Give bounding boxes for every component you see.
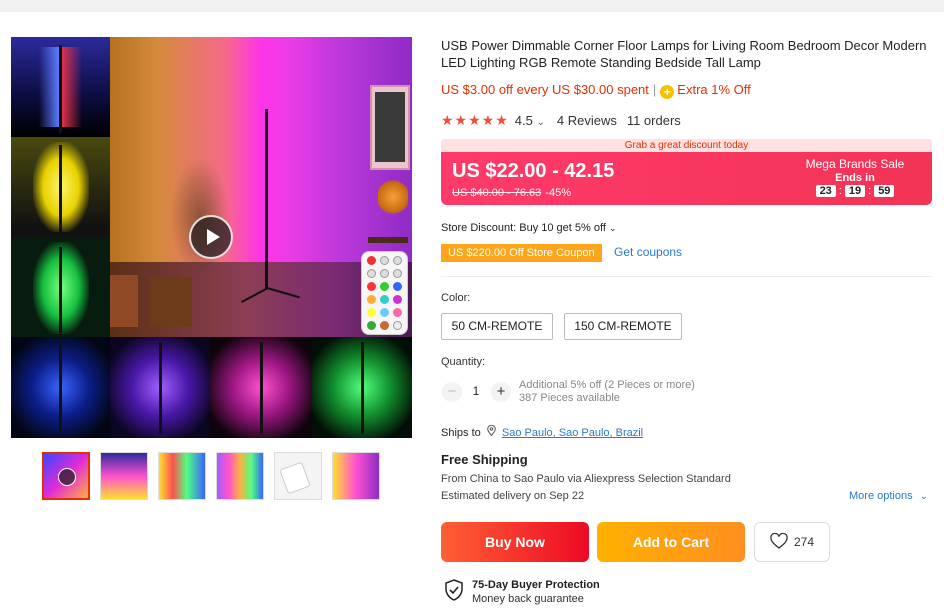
thumbnail-3[interactable] [158, 452, 206, 500]
original-price: US $40.00 - 76.63 [452, 187, 542, 199]
sale-name: Mega Brands Sale [805, 157, 905, 171]
reviews-link[interactable]: 4 Reviews [557, 113, 617, 128]
buy-now-button[interactable]: Buy Now [441, 522, 589, 562]
discount-percent: -45% [545, 187, 571, 199]
more-options-label: More options [849, 490, 913, 502]
play-video-button[interactable] [189, 215, 233, 259]
image-tile-blue [11, 37, 110, 137]
image-tile-pink [210, 337, 312, 438]
image-tile-green-bottom [312, 337, 412, 438]
main-product-image[interactable] [11, 37, 412, 438]
quantity-input[interactable]: 1 [466, 384, 486, 398]
estimated-delivery: Estimated delivery on Sep 22 [441, 490, 585, 502]
timer-hours: 23 [815, 185, 836, 197]
quantity-label: Quantity: [441, 356, 486, 368]
store-discount[interactable]: Store Discount: Buy 10 get 5% off ⌄ [441, 222, 617, 234]
color-option-50cm[interactable]: 50 CM-REMOTE [441, 313, 553, 340]
timer-separator: : [868, 185, 872, 197]
price-box: US $22.00 - 42.15 US $40.00 - 76.63 -45% … [441, 152, 932, 205]
rating-value[interactable]: 4.5 ⌄ [515, 113, 545, 128]
image-tile-green [11, 237, 110, 337]
additional-discount: Additional 5% off (2 Pieces or more) [519, 379, 695, 391]
image-tile-yellow [11, 137, 110, 237]
coupon-row: US $220.00 Off Store Coupon Get coupons [441, 243, 682, 262]
original-price-line: US $40.00 - 76.63 -45% [452, 187, 571, 199]
ships-to-label: Ships to [441, 427, 481, 439]
chevron-down-icon: ⌄ [536, 117, 545, 128]
star-rating: ★★★★★ [441, 112, 509, 128]
sale-block: Mega Brands Sale Ends in 23 : 19 : 59 [800, 157, 910, 197]
top-bar [0, 0, 944, 12]
ends-in-label: Ends in [835, 172, 875, 184]
add-to-cart-button[interactable]: Add to Cart [597, 522, 745, 562]
product-title: USB Power Dimmable Corner Floor Lamps fo… [441, 38, 927, 70]
promo-separator: | [652, 82, 657, 97]
color-option-150cm[interactable]: 150 CM-REMOTE [564, 313, 682, 340]
thumbnail-6[interactable] [332, 452, 380, 500]
location-pin-icon [487, 424, 496, 439]
store-discount-text: Store Discount: Buy 10 get 5% off [441, 222, 606, 234]
quantity-decrease-button[interactable]: − [442, 382, 462, 402]
timer-seconds: 59 [874, 185, 895, 197]
thumbnail-4[interactable] [216, 452, 264, 500]
coin-icon: + [660, 85, 675, 99]
pieces-available: 387 Pieces available [519, 392, 620, 404]
quantity-info: Additional 5% off (2 Pieces or more) 387… [519, 379, 695, 405]
extra-off-text: Extra 1% Off [677, 82, 751, 97]
chevron-down-icon: ⌄ [608, 223, 617, 233]
divider [441, 276, 932, 277]
remote-control-graphic [361, 251, 408, 335]
countdown-timer: 23 : 19 : 59 [800, 185, 910, 197]
chevron-down-icon: ⌄ [919, 491, 929, 502]
thumbnail-5[interactable] [274, 452, 322, 500]
get-coupons-link[interactable]: Get coupons [614, 245, 682, 259]
store-coupon[interactable]: US $220.00 Off Store Coupon [441, 244, 602, 262]
image-tile-purple [110, 337, 210, 438]
shield-check-icon [444, 579, 464, 606]
quantity-increase-button[interactable]: + [491, 382, 511, 402]
color-label: Color: [441, 292, 471, 304]
orders-count: 11 orders [626, 113, 681, 128]
promo-line: US $3.00 off every US $30.00 spent | + Extr… [441, 82, 751, 99]
thumbnail-strip [42, 452, 382, 500]
destination-link[interactable]: Sao Paulo, Sao Paulo, Brazil [502, 427, 643, 439]
timer-separator: : [838, 185, 842, 197]
thumbnail-1[interactable] [42, 452, 90, 500]
heart-icon [770, 532, 788, 552]
thumbnail-2[interactable] [100, 452, 148, 500]
image-tile-blue-bottom [11, 337, 110, 438]
rating-number: 4.5 [514, 113, 533, 128]
discount-banner: Grab a great discount today [441, 139, 932, 152]
timer-minutes: 19 [844, 185, 866, 197]
free-shipping: Free Shipping [441, 452, 528, 467]
rating-row: ★★★★★ 4.5 ⌄ 4 Reviews 11 orders [441, 112, 681, 129]
wishlist-count: 274 [793, 535, 815, 549]
promo-text: US $3.00 off every US $30.00 spent [441, 82, 649, 97]
buyer-protection-title: 75-Day Buyer Protection [472, 579, 600, 591]
wishlist-button[interactable]: 274 [754, 522, 830, 562]
ships-to: Ships to Sao Paulo, Sao Paulo, Brazil [441, 424, 643, 439]
current-price: US $22.00 - 42.15 [452, 160, 615, 182]
more-options-link[interactable]: More options ⌄ [849, 490, 928, 502]
shipping-route: From China to Sao Paulo via Aliexpress S… [441, 473, 731, 485]
buyer-protection-subtitle: Money back guarantee [472, 593, 584, 605]
